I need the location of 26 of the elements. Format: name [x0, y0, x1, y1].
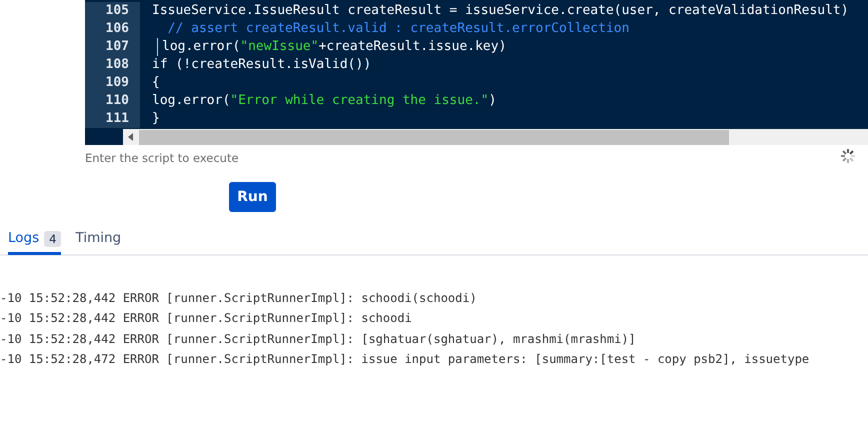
editor-hint: Enter the script to execute [85, 151, 239, 165]
line-number: 109 [85, 74, 140, 92]
code-line: log.error("Error while creating the issue.") [151, 92, 496, 110]
line-number: 108 [85, 56, 140, 74]
code-line: IssueService.IssueResult createResult = issueService.create(user, createValidationResult) [151, 2, 849, 20]
code-line: { [151, 74, 160, 92]
line-number: 111 [85, 110, 140, 128]
count-badge: 4 [44, 231, 62, 247]
code-line: if (!createResult.isValid()) [151, 56, 372, 74]
code-line: // assert createResult.valid : createResult.errorCollection [166, 20, 630, 38]
tab[interactable]: Timing [75, 229, 122, 255]
code-editor[interactable] [85, 0, 868, 145]
line-number: 107 [85, 38, 140, 56]
line-number: 106 [85, 20, 140, 38]
line-number: 105 [85, 2, 140, 20]
code-line: log.error("newIssue"+createResult.issue.key) [157, 38, 506, 56]
horizontal-scrollbar[interactable] [123, 129, 868, 145]
code-line: } [151, 110, 160, 128]
log-line: -10 15:52:28,442 ERROR [runner.ScriptRunnerImpl]: schoodi(schoodi) [0, 290, 478, 307]
run-button[interactable]: Run [229, 182, 276, 212]
log-line: -10 15:52:28,442 ERROR [runner.ScriptRunnerImpl]: schoodi [0, 310, 413, 328]
scrollbar-thumb[interactable] [139, 130, 729, 144]
log-line: -10 15:52:28,442 ERROR [runner.ScriptRunnerImpl]: [sghatuar(sghatuar), mrashmi(mrashmi)] [0, 330, 637, 348]
log-line: -10 15:52:28,472 ERROR [runner.ScriptRunnerImpl]: issue input parameters: [summary:[test - copy psb2], issuetype [0, 350, 810, 368]
tab[interactable]: Logs 4 [8, 229, 62, 255]
line-number: 110 [85, 92, 140, 110]
